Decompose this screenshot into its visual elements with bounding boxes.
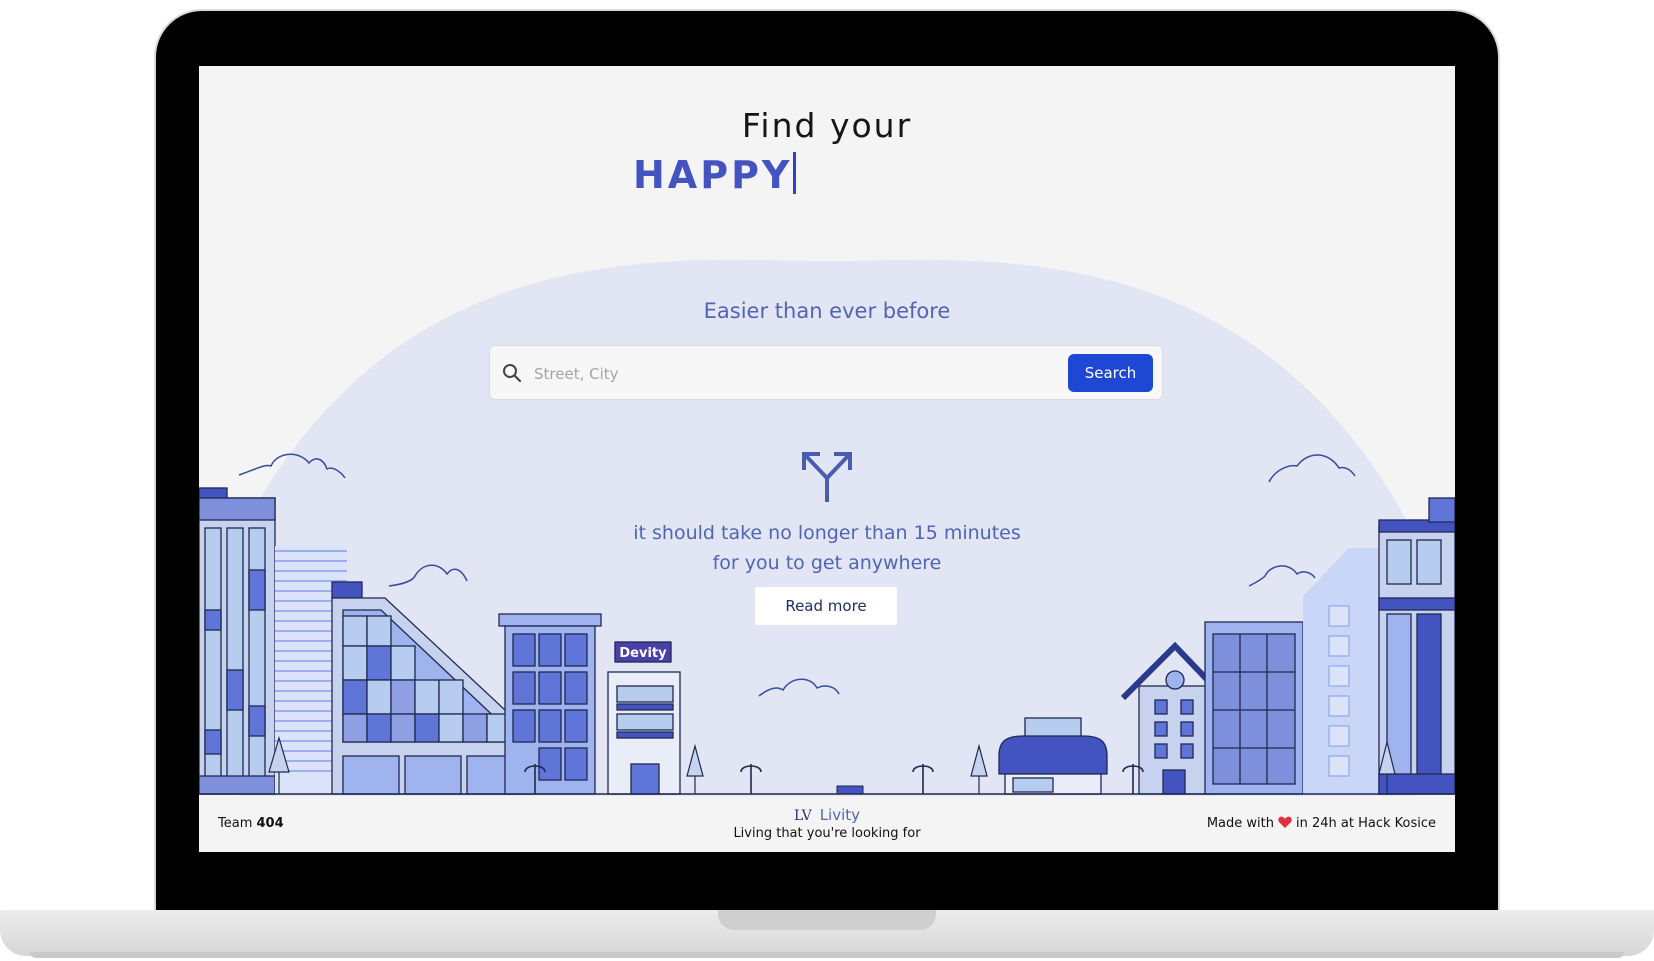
devity-shop [607, 641, 681, 795]
market-stall [998, 717, 1108, 795]
made-with-note: Made with in 24h at Hack Kosice [1206, 816, 1436, 831]
shop-sign: Devity [619, 646, 667, 661]
footer: Team 404 LV Livity Living that you're loo… [199, 796, 1455, 852]
bench [836, 785, 864, 795]
hero-title: Find your [741, 106, 913, 145]
tall-grid-building [498, 613, 602, 795]
text-caret [793, 152, 797, 194]
laptop-base-shadow [30, 952, 1624, 958]
hero-typed-word: HAPPY [633, 152, 797, 197]
web-page: Find your HAPPY Easier than ever before … [199, 66, 1455, 852]
search-bar: Search [489, 345, 1163, 400]
search-subtitle: Easier than ever before [703, 299, 951, 323]
search-input[interactable] [532, 360, 1036, 388]
background-tower [1303, 548, 1389, 794]
city-illustration: Devity [199, 453, 1455, 795]
search-icon [503, 364, 522, 383]
logo-name: Livity [819, 806, 861, 824]
laptop-notch [718, 910, 936, 930]
search-button[interactable]: Search [1068, 354, 1153, 392]
glass-office [1204, 621, 1304, 795]
logo-mark: LV [793, 808, 812, 824]
heart-icon [1278, 816, 1292, 828]
right-tower [1378, 497, 1455, 795]
